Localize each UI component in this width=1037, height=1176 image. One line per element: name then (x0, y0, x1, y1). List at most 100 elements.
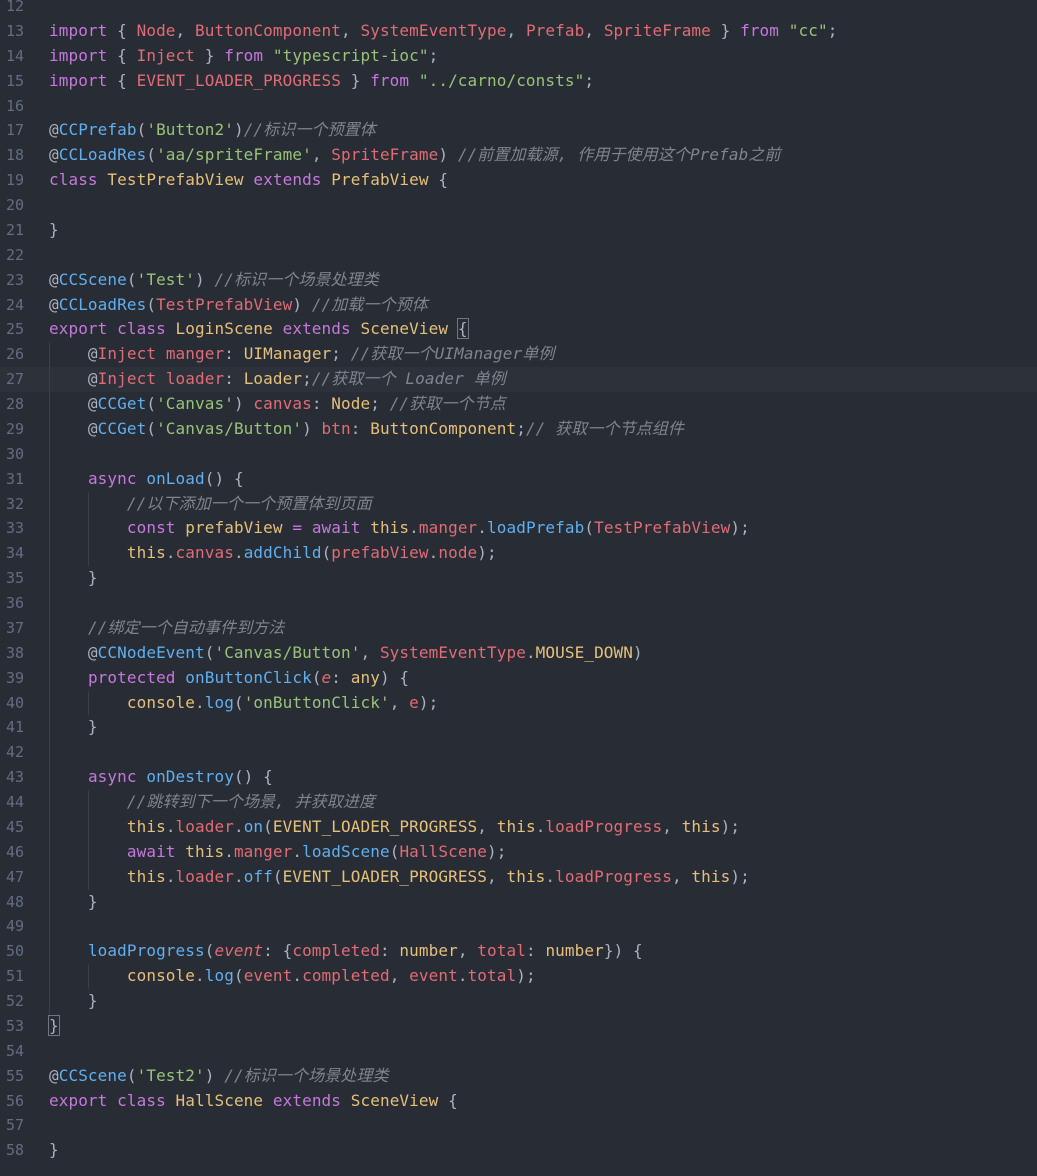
code-line[interactable]: 58} (0, 1138, 1037, 1163)
code-token: } (49, 568, 98, 588)
code-line[interactable]: 21} (0, 218, 1037, 243)
code-line[interactable]: 28 @CCGet('Canvas') canvas: Node; //获取一个… (0, 392, 1037, 417)
code-token: ); (730, 866, 750, 886)
code-token: @ (49, 642, 98, 662)
code-line[interactable]: 12 (0, 0, 1037, 19)
code-line[interactable]: 26 @Inject manger: UIManager; //获取一个UIMa… (0, 342, 1037, 368)
code-line[interactable]: 44 //跳转到下一个场景, 并获取进度 (0, 790, 1037, 815)
code-token: Node (331, 394, 371, 413)
code-line[interactable]: 41 } (0, 715, 1037, 741)
code-token: loader (165, 369, 225, 389)
code-line[interactable]: 56 export class HallScene extends SceneVi… (0, 1089, 1037, 1114)
code-line[interactable]: 46 await this.manger.loadScene(HallScene… (0, 839, 1037, 865)
code-token: await (126, 841, 176, 861)
line-number: 40 (5, 693, 24, 712)
code-token: ( (204, 642, 215, 662)
code-line[interactable]: 51 console.log(event.completed, event.to… (0, 964, 1037, 989)
code-line[interactable]: 38 @CCNodeEvent('Canvas/Button', SystemE… (0, 640, 1037, 666)
code-token: , (671, 866, 692, 886)
code-line[interactable]: 52 } (0, 989, 1037, 1014)
code-line[interactable]: 55 @CCScene('Test2') //标识一个场景处理类 (0, 1064, 1037, 1089)
code-line[interactable]: 32 //以下添加一个一个预置体到页面 (0, 491, 1037, 517)
code-token: ; (516, 418, 526, 438)
code-text: this.canvas.addChild(prefabView.node); (49, 541, 497, 566)
code-line[interactable]: 50 loadProgress(event: {completed: numbe… (0, 939, 1037, 965)
code-line[interactable]: 29 @CCGet('Canvas/Button') btn: ButtonCo… (0, 416, 1037, 442)
code-token: { (107, 45, 137, 65)
code-token: : (224, 369, 244, 389)
code-line[interactable]: 13 import { Node, ButtonComponent, System… (0, 19, 1037, 44)
code-token: CCLoadRes (58, 145, 147, 165)
code-token: //加载一个预体 (311, 294, 428, 314)
code-token: () { (204, 468, 244, 488)
code-token: ( (311, 667, 322, 687)
code-line[interactable]: 49 (0, 914, 1037, 940)
code-token: ; (827, 20, 838, 40)
code-token: event (243, 966, 293, 986)
code-line[interactable]: 27 @Inject loader: Loader;//获取一个 Loader … (0, 367, 1037, 392)
code-line[interactable]: 34 this.canvas.addChild(prefabView.node)… (0, 541, 1037, 567)
code-token: TestPrefabView (156, 294, 293, 314)
code-line[interactable]: 23 @CCScene('Test') //标识一个场景处理类 (0, 268, 1037, 293)
code-line[interactable]: 24 @CCLoadRes(TestPrefabView) //加载一个预体 (0, 293, 1037, 318)
code-token: Loader (243, 369, 303, 389)
code-line[interactable]: 20 (0, 193, 1037, 218)
indent-guide (49, 914, 50, 940)
line-number: 28 (5, 395, 24, 413)
code-line[interactable]: 57 (0, 1113, 1037, 1138)
code-line[interactable]: 40 console.log('onButtonClick', e); (0, 690, 1037, 716)
code-text: } (49, 715, 98, 740)
code-line[interactable]: 35 } (0, 566, 1037, 591)
code-line[interactable]: 19 class TestPrefabView extends PrefabVie… (0, 168, 1037, 193)
code-line[interactable]: 48 } (0, 889, 1037, 915)
code-token: manger (233, 841, 293, 861)
code-token: ; (428, 45, 439, 65)
code-line[interactable]: 43 async onDestroy() { (0, 765, 1037, 790)
code-line[interactable]: 16 (0, 94, 1037, 119)
code-token: //获取一个 Loader 单例 (311, 369, 506, 389)
code-line[interactable]: 37 //绑定一个自动事件到方法 (0, 615, 1037, 641)
code-line[interactable]: 33 const prefabView = await this.manger.… (0, 516, 1037, 542)
code-line[interactable]: 30 (0, 441, 1037, 467)
code-line[interactable]: 39 protected onButtonClick(e: any) { (0, 665, 1037, 691)
code-line[interactable]: 54 (0, 1039, 1037, 1064)
code-line[interactable]: 45 this.loader.on(EVENT_LOADER_PROGRESS,… (0, 814, 1037, 840)
code-token: async (87, 468, 137, 488)
code-line[interactable]: 36 (0, 591, 1037, 616)
code-text: } (49, 989, 98, 1014)
code-token: . (525, 642, 536, 662)
line-number: 57 (5, 1116, 24, 1135)
code-token: HallScene (175, 1090, 264, 1110)
code-token: loader (175, 866, 234, 886)
code-token: "cc" (788, 20, 828, 40)
code-line[interactable]: 53} (0, 1014, 1037, 1039)
code-line[interactable]: 47 this.loader.off(EVENT_LOADER_PROGRESS… (0, 864, 1037, 890)
code-token: TestPrefabView (107, 170, 244, 190)
code-line[interactable]: 31 async onLoad() { (0, 466, 1037, 492)
code-line[interactable]: 15 import { EVENT_LOADER_PROGRESS } from … (0, 69, 1037, 94)
code-line[interactable]: 42 (0, 740, 1037, 766)
code-line[interactable]: 22 (0, 243, 1037, 268)
code-line[interactable]: 14 import { Inject } from "typescript-ioc… (0, 44, 1037, 69)
code-token: prefabView (331, 543, 429, 563)
code-text: @CCScene('Test2') //标识一个场景处理类 (49, 1064, 389, 1089)
code-token: . (477, 518, 488, 538)
code-line[interactable]: 17 @CCPrefab('Button2')//标识一个预置体 (0, 118, 1037, 143)
code-token: number (399, 941, 458, 961)
code-text: async onDestroy() { (49, 765, 273, 790)
code-token: ( (204, 941, 215, 961)
code-editor[interactable]: 12 13 import { Node, ButtonComponent, Syst… (0, 0, 1037, 1176)
code-line[interactable]: 18 @CCLoadRes('aa/spriteFrame', SpriteFra… (0, 143, 1037, 168)
code-token: //以下添加一个一个预置体到页面 (126, 493, 372, 513)
code-token: canvas (175, 543, 234, 563)
code-token: export (49, 319, 108, 339)
indent-guide (49, 591, 50, 616)
line-number: 23 (5, 270, 24, 289)
code-token: ( (126, 1065, 137, 1085)
code-line[interactable]: 25 export class LoginScene extends SceneV… (0, 317, 1037, 342)
